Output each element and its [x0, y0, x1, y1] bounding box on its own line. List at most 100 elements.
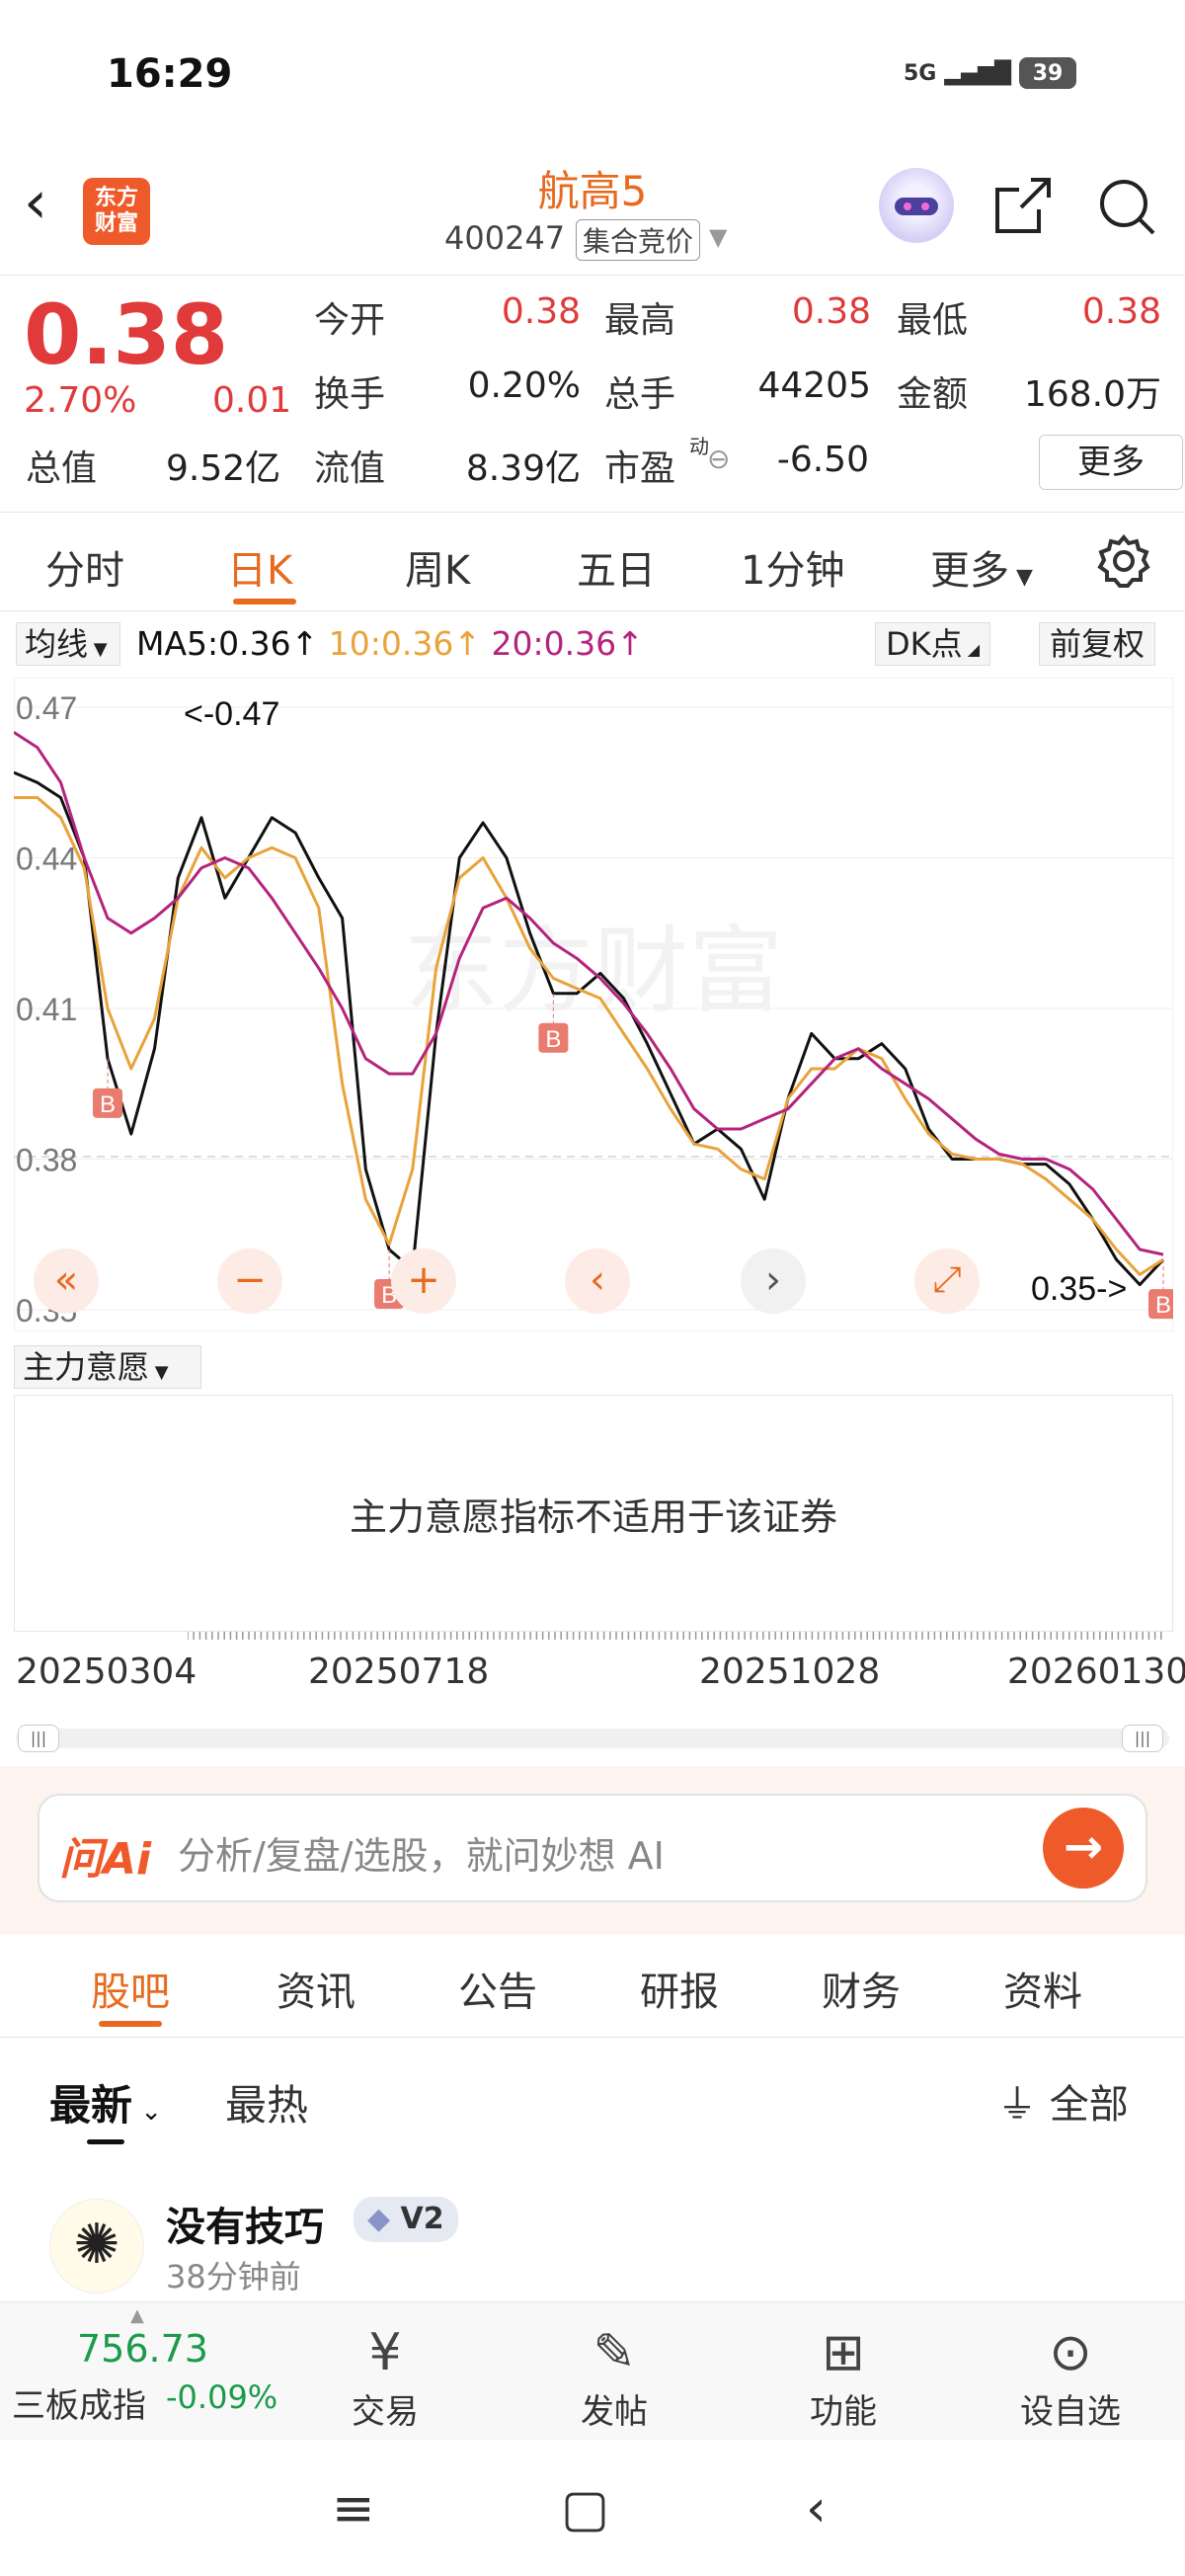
nav-label: 功能 — [810, 2392, 877, 2432]
float-label: 流值 — [314, 448, 386, 489]
dk-label: DK点 — [886, 625, 963, 663]
volume-value: 44205 — [757, 365, 871, 406]
tab-announcements[interactable]: 公告 — [458, 1960, 537, 2017]
current-price: 0.38 — [24, 286, 229, 383]
high-annotation: <-0.47 — [184, 695, 279, 733]
recent-apps-icon[interactable]: ≡ — [332, 2479, 375, 2538]
avatar[interactable]: ✺ — [49, 2199, 144, 2294]
more-circle-icon: ⊙ — [1049, 2323, 1092, 2382]
diamond-icon: ◆ — [367, 2202, 401, 2236]
tab-intraday[interactable]: 分时 — [45, 538, 124, 596]
back-icon[interactable]: ‹ — [806, 2479, 827, 2538]
range-scrollbar[interactable] — [16, 1729, 1169, 1748]
tab-forum[interactable]: 股吧 — [91, 1960, 170, 2017]
rewind-icon[interactable]: « — [34, 1248, 99, 1314]
grid-icon: ⊞ — [822, 2323, 865, 2382]
dropdown-icon: ▼ — [1009, 565, 1033, 590]
nav-watchlist[interactable]: ⊙ 设自选 — [1001, 2321, 1140, 2433]
nav-post[interactable]: ✎ 发帖 — [545, 2321, 683, 2433]
ma-legend: MA5:0.36↑ 10:0.36↑ 20:0.36↑ — [136, 624, 644, 663]
high-label: 最高 — [604, 300, 676, 341]
dk-point-button[interactable]: DK点 ◢ — [875, 622, 991, 666]
dropdown-icon: ▼ — [149, 1362, 169, 1383]
change-percent: 2.70% — [24, 380, 137, 421]
status-time: 16:29 — [107, 51, 233, 97]
tab-news[interactable]: 资讯 — [276, 1960, 356, 2017]
buy-marker-label: B — [545, 1026, 561, 1053]
divider — [0, 275, 1185, 276]
share-icon[interactable] — [991, 174, 1055, 241]
adjust-button[interactable]: 前复权 — [1039, 622, 1156, 666]
home-icon[interactable]: ▢ — [561, 2479, 609, 2538]
y-tick-label: 0.41 — [16, 992, 77, 1027]
chevron-up-icon[interactable]: ▲ — [130, 2305, 144, 2326]
index-change: -0.09% — [166, 2378, 278, 2416]
nav-functions[interactable]: ⊞ 功能 — [774, 2321, 912, 2433]
battery-icon: 39 — [1019, 57, 1076, 89]
prev-icon[interactable]: ‹ — [565, 1248, 630, 1314]
search-icon[interactable] — [1094, 174, 1159, 243]
ai-avatar[interactable] — [879, 168, 954, 243]
amount-label: 金额 — [897, 374, 969, 415]
ai-logo: 问Ai — [59, 1834, 152, 1885]
status-icons: 5G ▂▄▆█ 39 — [904, 57, 1076, 89]
corner-arrow-icon: ◢ — [962, 640, 981, 659]
signal-icon: 5G — [903, 60, 937, 86]
yen-circle-icon: ¥ — [368, 2323, 402, 2382]
buy-marker-label: B — [100, 1091, 116, 1118]
divider — [0, 2037, 1185, 2038]
zoom-in-icon[interactable]: + — [391, 1248, 456, 1314]
dropdown-icon: ▼ — [88, 639, 108, 660]
sort-latest[interactable]: 最新 ⌄ — [49, 2072, 162, 2133]
filter-icon: ⏚ — [997, 2082, 1050, 2128]
chart-svg: 东方财富 0.470.440.410.380.35<-0.470.35-> BB… — [13, 677, 1178, 1332]
ai-send-icon[interactable]: → — [1043, 1808, 1124, 1889]
tab-daily-k[interactable]: 日K — [227, 538, 292, 596]
more-button[interactable]: 更多 — [1039, 435, 1183, 490]
index-value[interactable]: 756.73 — [77, 2327, 208, 2371]
info-icon[interactable]: ⊖ — [707, 443, 730, 475]
nav-trade[interactable]: ¥ 交易 — [316, 2321, 454, 2433]
index-name[interactable]: 三板成指 — [12, 2378, 146, 2427]
high-value: 0.38 — [791, 291, 871, 332]
auction-tag[interactable]: 集合竞价 — [576, 219, 701, 261]
range-handle-right[interactable]: ||| — [1122, 1725, 1163, 1752]
tab-profile[interactable]: 资料 — [1003, 1960, 1082, 2017]
change-value: 0.01 — [212, 380, 292, 421]
tab-five-day[interactable]: 五日 — [577, 538, 656, 596]
sort-hot[interactable]: 最热 — [225, 2072, 308, 2133]
total-value-label: 总值 — [26, 448, 98, 489]
open-value: 0.38 — [501, 291, 581, 332]
total-value: 9.52亿 — [166, 448, 281, 489]
tab-weekly-k[interactable]: 周K — [405, 538, 470, 596]
ma-dropdown[interactable]: 均线 ▼ — [16, 622, 120, 666]
tab-underline — [99, 2021, 162, 2027]
buy-marker-label: B — [1155, 1292, 1171, 1319]
expand-icon[interactable]: ⤢ — [914, 1248, 980, 1314]
stock-header: ‹ 东方 财富 航高5 400247 集合竞价 ▼ — [0, 158, 1185, 277]
nav-label: 交易 — [352, 2392, 419, 2432]
dropdown-icon[interactable]: ▼ — [709, 223, 727, 251]
filter-button[interactable]: ⏚ 全部 — [997, 2072, 1129, 2130]
pe-superscript: 动 — [689, 435, 709, 458]
turnover-value: 0.20% — [467, 365, 581, 406]
post-author[interactable]: 没有技巧 — [166, 2195, 324, 2252]
kline-chart[interactable]: 东方财富 0.47 0.44 0.41 0.38 0.35 <-0.47 0.35-> BB… — [13, 677, 1178, 1332]
nav-label: 设自选 — [1020, 2392, 1121, 2432]
date-label: 20250304 — [16, 1651, 198, 1692]
date-label: 20260130 — [1007, 1651, 1185, 1692]
level-badge: ◆ V2 — [354, 2197, 458, 2242]
tab-finance[interactable]: 财务 — [822, 1960, 901, 2017]
tab-more[interactable]: 更多 ▼ — [930, 538, 1033, 596]
tab-research[interactable]: 研报 — [640, 1960, 719, 2017]
range-handle-left[interactable]: ||| — [18, 1725, 59, 1752]
time-ruler — [188, 1632, 1162, 1640]
tab-one-minute[interactable]: 1分钟 — [741, 538, 844, 596]
zoom-out-icon[interactable]: − — [217, 1248, 282, 1314]
indicator-dropdown[interactable]: 主力意愿 ▼ — [14, 1345, 201, 1389]
ma10-legend: 10:0.36↑ — [328, 624, 482, 663]
settings-icon[interactable] — [1096, 533, 1151, 593]
next-icon[interactable]: › — [741, 1248, 806, 1314]
date-label: 20251028 — [699, 1651, 881, 1692]
ai-input-placeholder[interactable]: 分析/复盘/选股，就问妙想 AI — [178, 1825, 665, 1880]
